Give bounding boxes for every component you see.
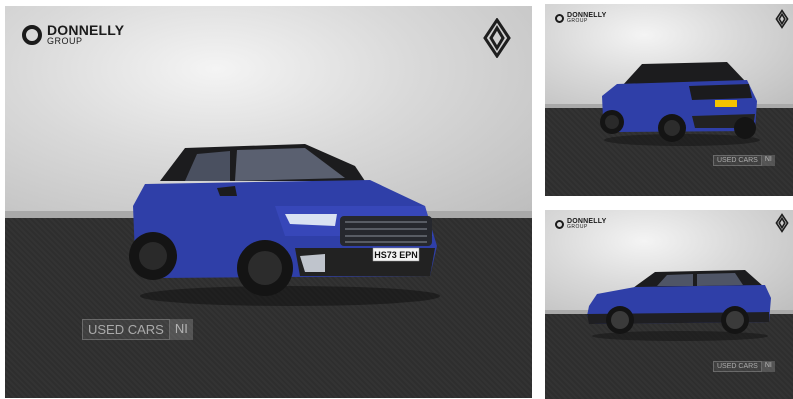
side-vehicle-photo[interactable]: DONNELLY GROUP USED CARS NI [545, 210, 793, 399]
rear-vehicle-photo[interactable]: DONNELLY GROUP USED CARS NI [545, 4, 793, 196]
car-rear-view [600, 62, 760, 146]
used-cars-watermark: USED CARS NI [713, 361, 775, 372]
dealer-name: DONNELLY [47, 22, 125, 38]
dealer-logo: DONNELLY GROUP [555, 218, 606, 230]
dealer-logo-mark-icon [22, 24, 42, 45]
renault-logo-icon [483, 18, 511, 58]
dealer-sub: GROUP [47, 36, 83, 46]
watermark-region: NI [169, 319, 193, 340]
dealer-logo: DONNELLY GROUP [555, 12, 606, 24]
watermark-text: USED CARS [713, 155, 762, 166]
dealer-logo-mark-icon [555, 13, 564, 23]
watermark-region: NI [761, 361, 775, 372]
car-side-view [587, 270, 771, 341]
dealer-logo: DONNELLY GROUP [22, 23, 124, 46]
watermark-text: USED CARS [82, 319, 170, 340]
dealer-sub: GROUP [567, 18, 588, 24]
used-cars-watermark: USED CARS NI [713, 155, 775, 166]
license-plate: HS73 EPN [374, 250, 418, 260]
car-front-view: HS73 EPN [129, 144, 440, 306]
dealer-logo-mark-icon [555, 219, 564, 229]
watermark-region: NI [761, 155, 775, 166]
dealer-sub: GROUP [567, 224, 588, 230]
watermark-text: USED CARS [713, 361, 762, 372]
used-cars-watermark: USED CARS NI [82, 319, 193, 340]
renault-logo-icon [775, 213, 789, 233]
vehicle-photo-gallery: DONNELLY GROUP HS73 EPN USED CARS NI DON… [0, 0, 793, 399]
main-vehicle-photo[interactable]: DONNELLY GROUP HS73 EPN USED CARS NI [5, 6, 532, 398]
renault-logo-icon [775, 9, 789, 29]
